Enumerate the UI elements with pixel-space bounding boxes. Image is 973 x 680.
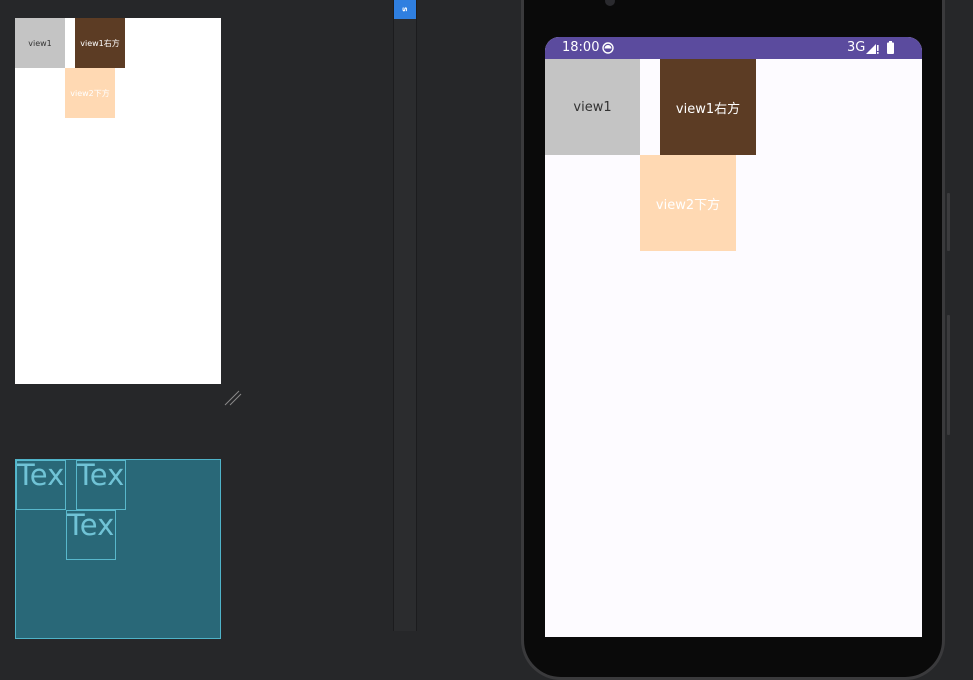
status-bar: 18:00 3G xyxy=(545,37,922,59)
signal-icon xyxy=(866,44,879,54)
volume-button[interactable] xyxy=(947,193,950,251)
blueprint-view1[interactable]: Tex xyxy=(16,460,66,510)
resize-handle-icon[interactable] xyxy=(224,389,242,407)
design-view1[interactable]: view1 xyxy=(15,18,65,68)
blueprint-view3[interactable]: Tex xyxy=(66,510,116,560)
blueprint-view2-text: Tex xyxy=(77,460,125,492)
status-time: 18:00 xyxy=(562,40,600,55)
screen-view3: view2下方 xyxy=(640,155,736,251)
screen-view1-label: view1 xyxy=(573,99,612,115)
design-view3[interactable]: view2下方 xyxy=(65,68,115,118)
screen-view2-label: view1右方 xyxy=(675,101,741,117)
blueprint-view1-text: Tex xyxy=(17,460,65,492)
battery-icon xyxy=(887,41,894,54)
network-type: 3G xyxy=(847,40,866,55)
screen-view1: view1 xyxy=(545,59,640,155)
design-preview-canvas[interactable]: view1 view1右方 view2下方 xyxy=(15,18,221,384)
design-view1-label: view1 xyxy=(28,38,52,48)
blueprint-preview-canvas[interactable]: Tex Tex Tex xyxy=(15,459,221,639)
blueprint-view2[interactable]: Tex xyxy=(76,460,126,510)
screen-view2: view1右方 xyxy=(660,59,756,155)
design-view2-label: view1右方 xyxy=(80,38,120,48)
design-view3-label: view2下方 xyxy=(70,88,110,98)
screen-view3-label: view2下方 xyxy=(655,197,721,213)
side-panel-tab-label: s xyxy=(400,7,410,12)
power-button[interactable] xyxy=(947,315,950,435)
design-view2[interactable]: view1右方 xyxy=(75,18,125,68)
side-panel-tab[interactable]: s xyxy=(394,0,416,19)
app-notification-icon xyxy=(602,42,614,54)
panel-divider[interactable] xyxy=(393,0,417,631)
emulator-screen[interactable]: 18:00 3G view1 view1右方 view2下方 xyxy=(545,37,922,637)
blueprint-view3-text: Tex xyxy=(67,510,115,542)
